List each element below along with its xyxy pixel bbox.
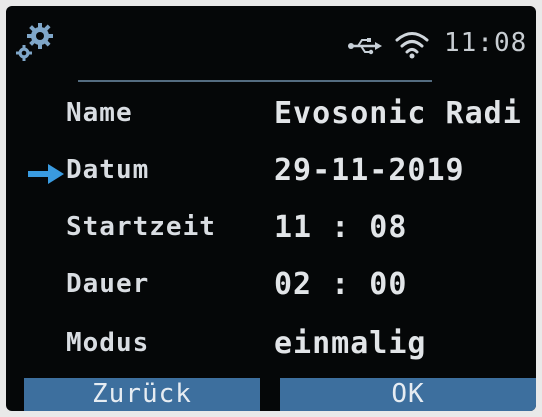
row-label: Name <box>66 98 133 128</box>
row-value: Evosonic Radi <box>274 96 522 131</box>
row-dauer[interactable]: Dauer 02 : 00 <box>6 267 536 319</box>
row-value: 02 : 00 <box>274 267 408 302</box>
row-datum[interactable]: Datum 29-11-2019 <box>6 153 536 205</box>
ok-button[interactable]: OK <box>280 378 536 411</box>
status-bar: 11:08 <box>6 6 536 70</box>
row-value: 29-11-2019 <box>274 153 465 188</box>
row-startzeit[interactable]: Startzeit 11 : 08 <box>6 210 536 262</box>
row-modus[interactable]: Modus einmalig <box>6 326 536 378</box>
gear-icon[interactable] <box>12 20 60 66</box>
radio-display: 11:08 Name Evosonic Radi Datum 29-11-201… <box>6 6 536 411</box>
header-divider <box>78 80 432 82</box>
row-name[interactable]: Name Evosonic Radi <box>6 96 536 148</box>
back-button[interactable]: Zurück <box>24 378 260 411</box>
usb-icon <box>348 38 382 55</box>
selection-arrow-icon <box>28 164 64 184</box>
row-value: einmalig <box>274 326 427 361</box>
row-label: Modus <box>66 328 150 358</box>
softkey-bar: Zurück OK <box>6 378 536 411</box>
row-label: Startzeit <box>66 212 216 242</box>
clock-time: 11:08 <box>444 28 528 58</box>
row-label: Dauer <box>66 269 150 299</box>
row-value: 11 : 08 <box>274 210 408 245</box>
wifi-icon <box>395 32 429 59</box>
row-label: Datum <box>66 155 150 185</box>
